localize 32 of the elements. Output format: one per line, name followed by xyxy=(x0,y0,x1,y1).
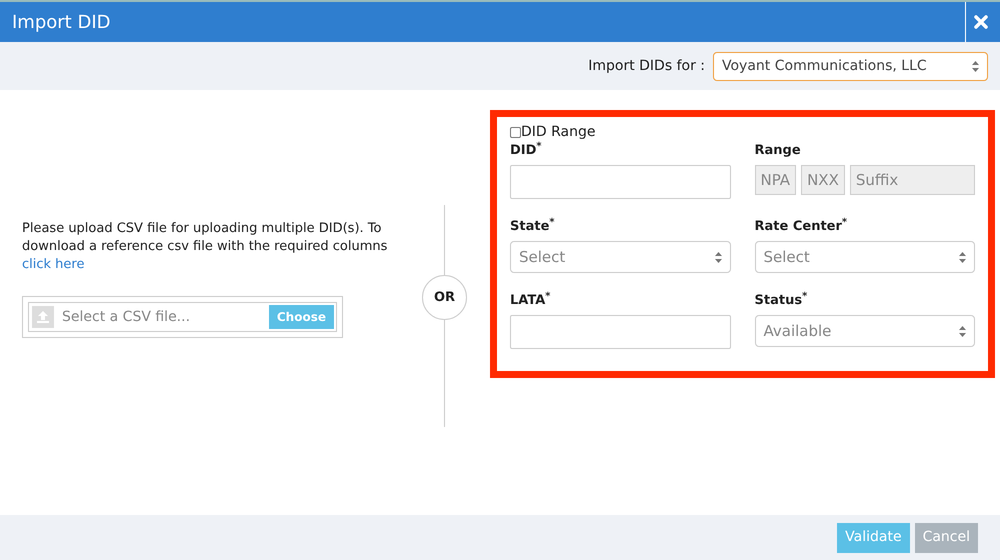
or-separator: OR xyxy=(422,275,467,320)
field-label: LATA$^{*}$ xyxy=(510,291,552,310)
sort-arrows-icon xyxy=(714,252,722,262)
choose-button[interactable]: Choose xyxy=(268,305,334,329)
field-label: DID$^{*}$ xyxy=(510,141,543,160)
download-link[interactable]: click here xyxy=(22,257,84,272)
field-label: Rate Center$^{*}$ xyxy=(754,217,848,236)
upload-icon xyxy=(36,310,50,324)
cancel-button[interactable]: Cancel xyxy=(914,522,978,552)
range-field[interactable]: NPA xyxy=(754,165,796,195)
range-checkbox[interactable] xyxy=(510,126,521,138)
sort-arrows-icon xyxy=(972,60,979,72)
field-label: Status$^{*}$ xyxy=(754,291,808,310)
account-label: Import DIDs for : xyxy=(588,56,705,76)
field-label: State$^{*}$ xyxy=(510,217,556,236)
text-field[interactable] xyxy=(510,165,730,199)
field-label: Range xyxy=(754,142,802,160)
select-field[interactable]: Select xyxy=(510,241,730,273)
window-title: Import DID xyxy=(11,10,110,34)
range-field[interactable]: Suffix xyxy=(850,165,975,195)
file-field[interactable]: Select a CSV file... xyxy=(54,306,269,328)
upload-instructions: Please upload CSV file for uploading multiple DID(s). To download a reference csv file with the required columns click here xyxy=(22,220,388,274)
text-field[interactable] xyxy=(510,315,730,349)
select-field[interactable]: Select xyxy=(754,241,975,273)
validate-button[interactable]: Validate xyxy=(837,522,910,552)
sort-arrows-icon xyxy=(959,326,966,336)
sort-arrows-icon xyxy=(959,252,966,262)
account-select[interactable]: Voyant Communications, LLC xyxy=(713,52,988,80)
select-field[interactable]: Available xyxy=(754,315,975,347)
range-field[interactable]: NXX xyxy=(801,165,845,195)
close-icon[interactable] xyxy=(974,15,988,29)
checkbox-label: DID Range xyxy=(521,122,596,142)
